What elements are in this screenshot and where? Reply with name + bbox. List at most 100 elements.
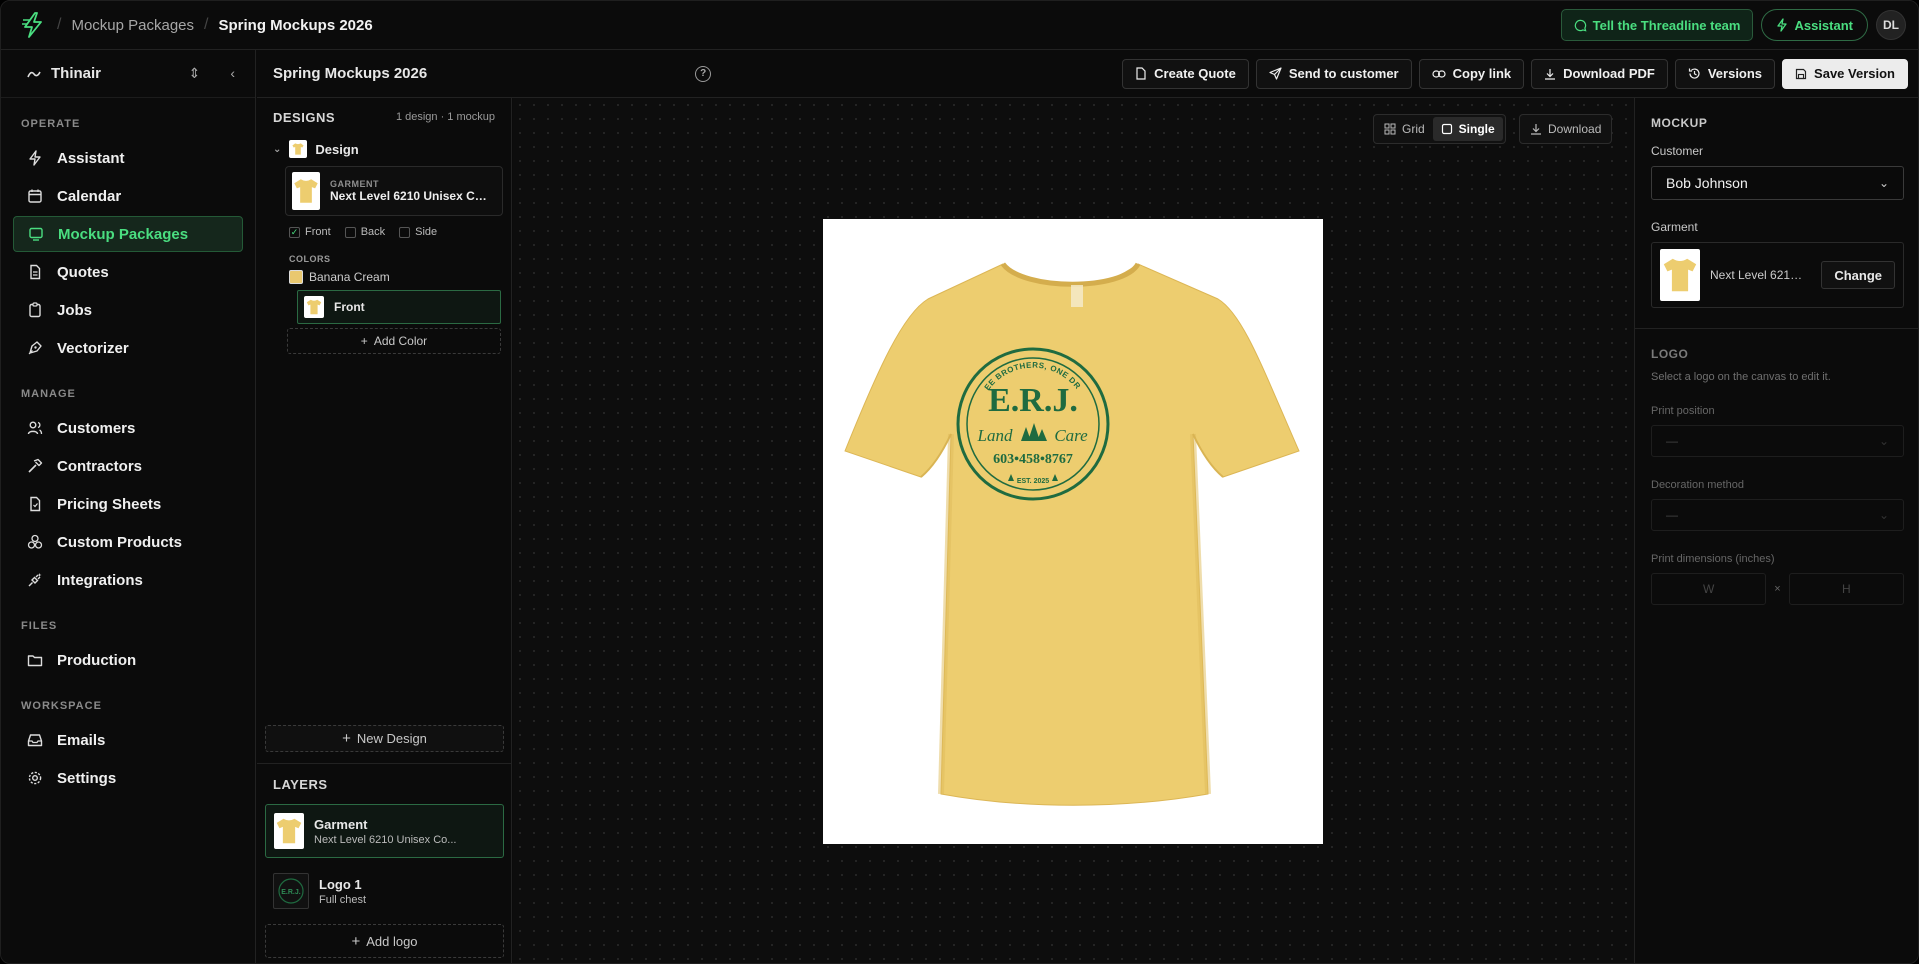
toggle-label: Grid: [1402, 122, 1425, 136]
sidebar-item-label: Jobs: [57, 301, 93, 319]
send-to-customer-button[interactable]: Send to customer: [1255, 58, 1412, 89]
sidebar-item-quotes[interactable]: Quotes: [13, 254, 243, 290]
grid-view-option[interactable]: Grid: [1376, 117, 1433, 141]
project-header: Spring Mockups 2026 ? Create Quote Send …: [257, 50, 1918, 98]
layer-logo[interactable]: E.R.J. Logo 1 Full chest: [265, 864, 504, 918]
change-garment-button[interactable]: Change: [1821, 261, 1895, 289]
button-label: Add logo: [366, 933, 418, 949]
sidebar-item-label: Production: [57, 651, 137, 669]
add-color-button[interactable]: + Add Color: [287, 328, 501, 354]
sidebar-item-label: Integrations: [57, 571, 143, 589]
side-side-checkbox[interactable]: Side: [399, 226, 437, 238]
plus-icon: +: [351, 932, 361, 950]
sidebar-item-production[interactable]: Production: [13, 642, 243, 678]
app-window: / Mockup Packages / Spring Mockups 2026 …: [0, 0, 1919, 964]
sidebar-item-vectorizer[interactable]: Vectorizer: [13, 330, 243, 366]
decoration-method-select: — ⌄: [1651, 499, 1904, 531]
side-front-checkbox[interactable]: ✓ Front: [289, 226, 331, 238]
side-back-checkbox[interactable]: Back: [344, 226, 385, 238]
canvas-download-button[interactable]: Download: [1519, 114, 1613, 144]
sidebar: Thinair ⇕ ‹ OPERATE Assistant Calendar M…: [1, 50, 256, 963]
chevron-up-down-icon[interactable]: ⇕: [189, 65, 201, 82]
mockup-preview[interactable]: THREE BROTHERS, ONE DREAM E.R.J. Land Ca…: [819, 212, 1323, 844]
sidebar-item-settings[interactable]: Settings: [13, 760, 243, 796]
sidebar-item-emails[interactable]: Emails: [13, 722, 243, 758]
sidebar-item-assistant[interactable]: Assistant: [13, 140, 243, 176]
garment-thumbnail: [1660, 249, 1700, 301]
sidebar-item-contractors[interactable]: Contractors: [13, 448, 243, 484]
color-swatch: [289, 270, 303, 284]
print-dimensions-label: Print dimensions (inches): [1651, 553, 1775, 565]
view-mode-toggle: Grid Single: [1373, 114, 1506, 144]
feedback-label: Tell the Threadline team: [1592, 17, 1741, 33]
sidebar-item-label: Pricing Sheets: [57, 495, 162, 513]
single-view-option[interactable]: Single: [1432, 117, 1503, 141]
breadcrumb-parent[interactable]: Mockup Packages: [71, 17, 194, 34]
calendar-icon: [28, 189, 42, 203]
sidebar-item-label: Quotes: [57, 263, 109, 281]
assistant-button[interactable]: Assistant: [1761, 9, 1868, 41]
sidebar-item-label: Custom Products: [57, 533, 183, 551]
sidebar-item-pricing-sheets[interactable]: Pricing Sheets: [13, 486, 243, 522]
button-label: Send to customer: [1288, 66, 1399, 81]
breadcrumb-separator: /: [57, 16, 62, 33]
folder-icon: [27, 655, 43, 667]
sidebar-item-label: Settings: [57, 769, 117, 787]
layer-title: Logo 1: [319, 876, 362, 892]
sidebar-item-customers[interactable]: Customers: [13, 410, 243, 446]
grid-icon: [1384, 123, 1396, 135]
sidebar-item-custom-products[interactable]: Custom Products: [13, 524, 243, 560]
view-name: Front: [334, 300, 365, 314]
garment-card[interactable]: GARMENT Next Level 6210 Unisex Cotton...: [285, 166, 503, 216]
square-icon: [1441, 123, 1452, 135]
users-icon: [27, 421, 43, 435]
design-thumbnail: [289, 140, 308, 158]
plug-icon: [28, 573, 42, 587]
colors-label: COLORS: [289, 254, 331, 264]
sidebar-item-mockup-packages[interactable]: Mockup Packages: [13, 216, 243, 252]
garment-selector: Next Level 6210... Change: [1651, 242, 1904, 308]
workspace-switcher[interactable]: Thinair ⇕ ‹: [1, 50, 255, 98]
designs-meta: 1 design · 1 mockup: [395, 111, 495, 123]
divider: [1635, 328, 1918, 329]
chevron-down-icon[interactable]: ⌄: [273, 144, 281, 155]
new-design-button[interactable]: + New Design: [265, 725, 504, 752]
send-icon: [1269, 67, 1282, 80]
layer-title: Garment: [314, 816, 368, 832]
inbox-icon: [27, 734, 43, 747]
button-label: Download: [1548, 122, 1602, 136]
button-label: New Design: [356, 731, 427, 746]
width-input: W: [1651, 573, 1767, 605]
hammer-icon: [28, 458, 43, 473]
versions-button[interactable]: Versions: [1674, 58, 1776, 89]
design-name: Design: [315, 141, 359, 157]
view-item-front[interactable]: Front: [297, 290, 501, 324]
feedback-button[interactable]: Tell the Threadline team: [1560, 9, 1754, 41]
sidebar-item-jobs[interactable]: Jobs: [13, 292, 243, 328]
sidebar-item-calendar[interactable]: Calendar: [13, 178, 243, 214]
garment-name: Next Level 6210...: [1710, 268, 1806, 282]
chat-icon: [1574, 19, 1587, 31]
toggle-label: Single: [1458, 122, 1495, 136]
chevron-down-icon: ⌄: [1878, 508, 1889, 522]
design-item[interactable]: ⌄ Design: [257, 136, 511, 162]
designs-panel: DESIGNS 1 design · 1 mockup ⌄ Design GAR…: [257, 98, 512, 963]
threadline-logo[interactable]: [19, 11, 47, 39]
help-icon[interactable]: ?: [695, 65, 712, 82]
layer-subtitle: Next Level 6210 Unisex Co...: [314, 833, 457, 846]
side-label: Front: [305, 226, 331, 238]
add-logo-button[interactable]: + Add logo: [265, 924, 504, 958]
copy-link-button[interactable]: Copy link: [1418, 58, 1525, 89]
collapse-sidebar-icon[interactable]: ‹: [230, 65, 235, 82]
customer-select[interactable]: Bob Johnson ⌄: [1651, 166, 1904, 200]
button-label: Save Version: [1814, 66, 1895, 81]
download-pdf-button[interactable]: Download PDF: [1531, 58, 1668, 89]
user-avatar[interactable]: DL: [1876, 10, 1906, 40]
layer-garment[interactable]: Garment Next Level 6210 Unisex Co...: [265, 804, 504, 858]
create-quote-button[interactable]: Create Quote: [1122, 58, 1249, 89]
color-item[interactable]: Banana Cream: [289, 270, 511, 284]
save-version-button[interactable]: Save Version: [1782, 58, 1908, 89]
sidebar-item-integrations[interactable]: Integrations: [13, 562, 243, 598]
section-operate: OPERATE: [21, 118, 81, 130]
mockup-canvas[interactable]: Grid Single Download EE BROTHERS, ONE DR…: [513, 98, 1634, 963]
